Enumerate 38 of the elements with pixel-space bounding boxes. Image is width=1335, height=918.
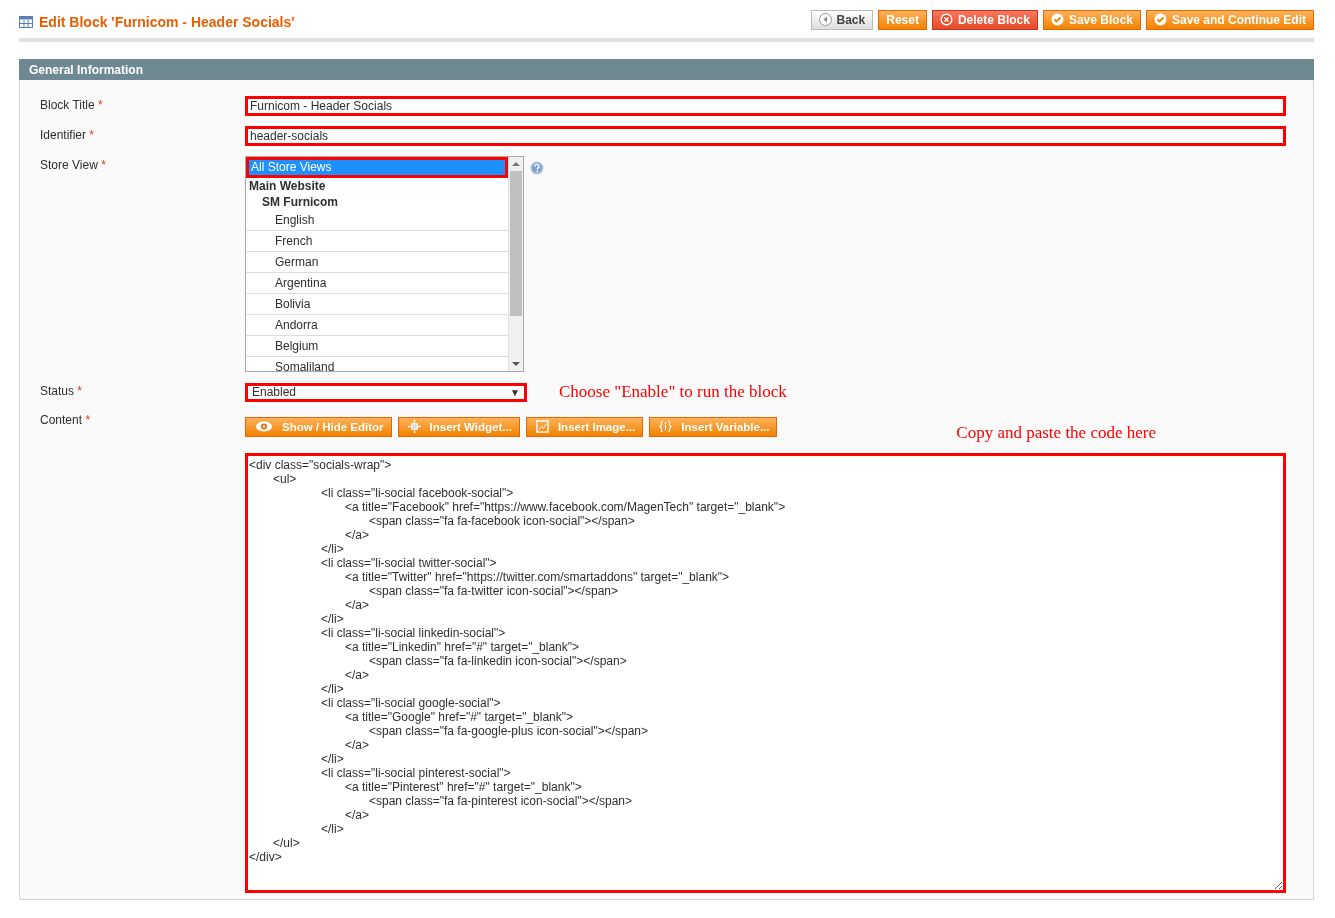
field-label: Block Title * <box>40 97 104 114</box>
scroll-up-icon <box>512 160 520 168</box>
toolbar-button[interactable]: Back <box>810 10 874 30</box>
crosshair-icon <box>407 420 421 433</box>
page-title: Edit Block 'Furnicom - Header Socials' <box>39 14 295 30</box>
dropdown-caret: ▼ <box>510 386 520 398</box>
annotation-text: Copy and paste the code here <box>956 423 1156 443</box>
listbox-option[interactable]: Argentina <box>246 273 508 294</box>
code-editor[interactable]: <div class="socials-wrap"> <ul> <li class="li-social facebook-social"> <a title="Facebook" href="https://www.facebook.com/MagenTech" target="_blank"> <span class="fa fa-facebook icon-social"></span> </a> </li> <li class="li-social twitter-social"> <a title="Twitter" href="https://twitter.com/smartaddons" target="_blank"> <span class="fa fa-twitter icon-social"></span> </a> </li> <li class="li-social linkedin-social"> <a title="Linkedin" href="#" target="_blank"> <span class="fa fa-linkedin icon-social"></span> </a> </li> <li class="li-social google-social"> <a title="Google" href="#" target="_blank"> <span class="fa fa-google-plus icon-social"></span> </a> </li> <li class="li-social pinterest-social"> <a title="Pinterest" href="#" target="_blank"> <span class="fa fa-pinterest icon-social"></span> </a> </li> </ul> </div> <box>245 453 1286 893</box>
listbox-option[interactable]: Bolivia <box>246 294 508 315</box>
section-header: General Information <box>19 59 1314 80</box>
eye-icon <box>255 420 273 433</box>
checkmark-icon <box>1050 13 1064 26</box>
delete-x-icon <box>939 13 953 26</box>
listbox-option[interactable]: Belgium <box>246 336 508 357</box>
text-input-field[interactable]: header-socials <box>245 126 1286 146</box>
scroll-down-icon <box>512 360 520 368</box>
text-input-field[interactable]: Furnicom - Header Socials <box>245 96 1286 116</box>
option-group-label: SM Furnicom <box>262 195 338 209</box>
annotation-text: Choose "Enable" to run the block <box>559 382 787 402</box>
field-label: Status * <box>40 383 84 400</box>
field-label: Store View * <box>40 157 107 174</box>
checkmark-icon <box>1154 13 1167 26</box>
grid-icon <box>19 16 33 28</box>
listbox-option[interactable]: English <box>246 210 508 231</box>
image-icon <box>535 420 549 433</box>
listbox-option[interactable]: French <box>246 231 508 252</box>
store-view-listbox[interactable]: All Store Views Main Website SM Furnicom English French German Argentina Bolivia Andorra Belgium Somaliland <box>245 156 524 372</box>
status-dropdown[interactable]: Enabled ▼ <box>245 382 527 402</box>
field-label: Identifier * <box>40 127 96 144</box>
dropdown-value: Enabled <box>252 385 297 399</box>
scrollbar[interactable] <box>508 157 523 371</box>
listbox-option[interactable]: German <box>246 252 508 273</box>
braces-icon <box>659 420 673 433</box>
listbox-option[interactable]: Andorra <box>246 315 508 336</box>
help-icon <box>530 161 544 175</box>
field-label: Content * <box>40 412 92 429</box>
option-group-label: Main Website <box>249 179 326 193</box>
